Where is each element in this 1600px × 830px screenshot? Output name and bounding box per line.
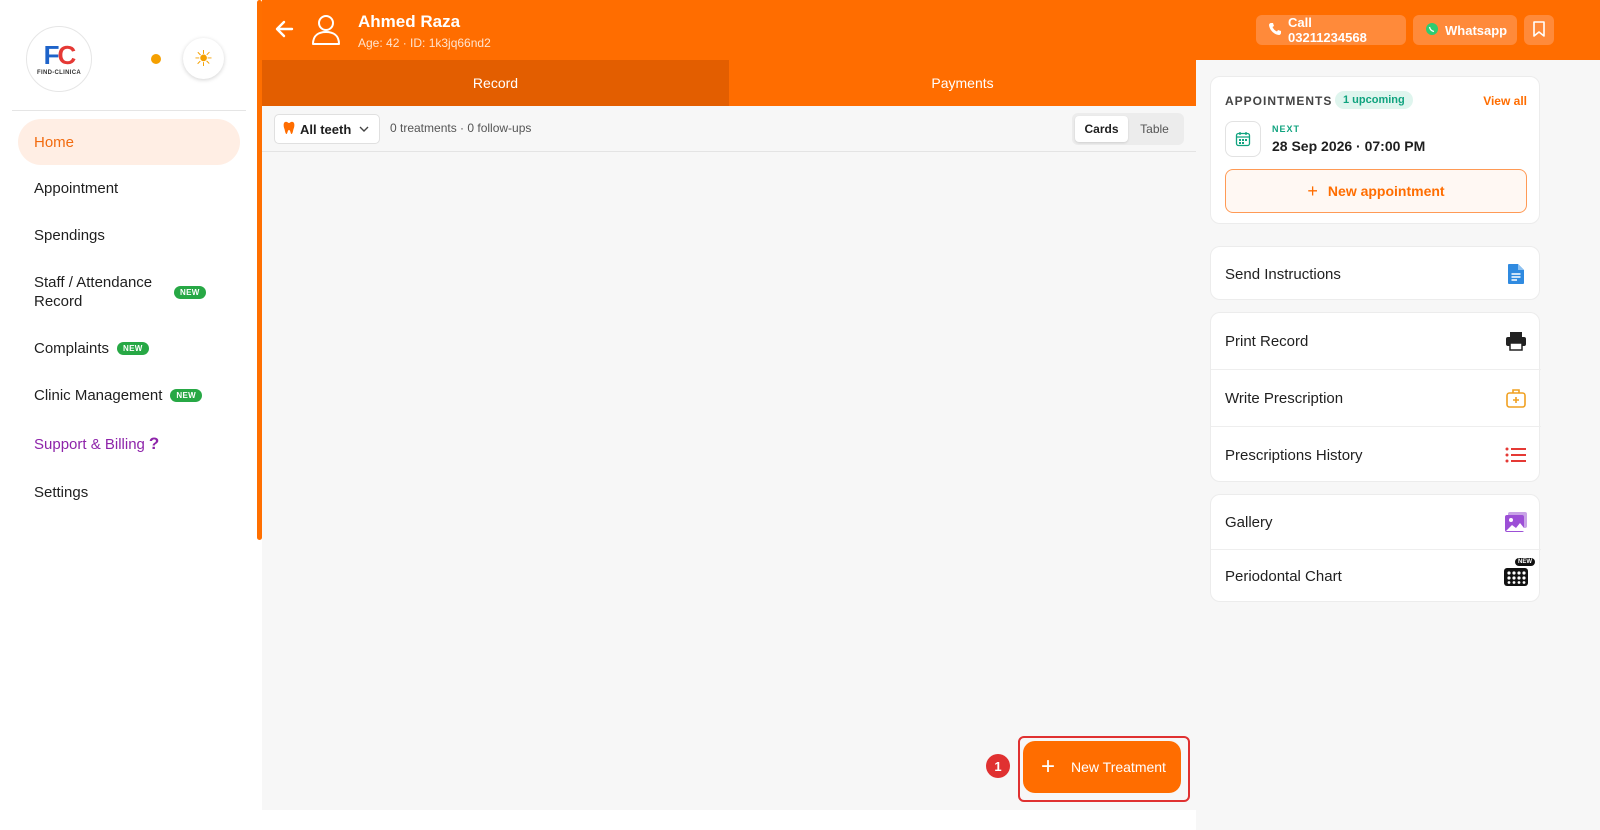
teeth-filter-dropdown[interactable]: All teeth [274, 114, 380, 144]
whatsapp-icon [1425, 22, 1439, 39]
action-label: Gallery [1225, 513, 1273, 531]
phone-icon [1268, 22, 1282, 39]
back-arrow-icon[interactable] [272, 16, 298, 42]
view-table-option[interactable]: Table [1128, 116, 1181, 142]
new-badge: NEW [1515, 557, 1535, 566]
sidebar-item-clinic-management[interactable]: Clinic Management NEW [18, 372, 240, 419]
new-badge: NEW [117, 342, 149, 355]
sidebar-item-label: Spendings [34, 227, 105, 244]
sidebar-item-complaints[interactable]: Complaints NEW [18, 325, 240, 372]
logo-mark: FC [43, 40, 77, 70]
next-appointment-datetime: 28 Sep 2026 · 07:00 PM [1272, 138, 1426, 154]
sidebar: FC FIND-CLINICA ☀ Home Appointment Spend… [0, 0, 262, 830]
teeth-filter-label: All teeth [300, 121, 352, 137]
sidebar-item-label: Settings [34, 484, 89, 501]
sidebar-item-staff-attendance[interactable]: Staff / Attendance Record NEW [18, 259, 240, 325]
step-badge: 1 [986, 754, 1010, 778]
sidebar-item-spendings[interactable]: Spendings [18, 212, 240, 259]
treatment-counts: 0 treatments · 0 follow-ups [390, 121, 532, 135]
record-actions-card: Print Record Write Prescription Prescrip… [1210, 312, 1541, 483]
write-prescription-action[interactable]: Write Prescription [1211, 370, 1541, 426]
view-toggle: Cards Table [1072, 113, 1184, 145]
view-cards-option[interactable]: Cards [1075, 116, 1128, 142]
sidebar-item-support-billing[interactable]: Support & Billing ? [18, 419, 240, 469]
sidebar-item-label: Complaints [34, 340, 110, 357]
sidebar-item-label: Staff / Attendance Record [34, 274, 153, 310]
sidebar-nav: Home Appointment Spendings Staff / Atten… [18, 119, 240, 516]
sidebar-divider [12, 110, 246, 111]
tab-label: Record [472, 75, 519, 91]
appointments-card: APPOINTMENTS 1 upcoming View all NEXT 28… [1210, 76, 1540, 224]
list-icon [1503, 442, 1529, 468]
new-appointment-label: New appointment [1327, 183, 1445, 199]
new-appointment-button[interactable]: + New appointment [1225, 169, 1527, 213]
send-instructions-action[interactable]: Send Instructions [1211, 247, 1541, 301]
new-treatment-button[interactable]: + New Treatment [1023, 741, 1181, 793]
media-actions-card: Gallery Periodontal Chart NEW [1210, 494, 1541, 603]
view-all-link[interactable]: View all [1483, 94, 1527, 108]
new-treatment-label: New Treatment [1071, 759, 1166, 775]
logo-subtext: FIND-CLINICA [37, 70, 81, 76]
sidebar-item-settings[interactable]: Settings [18, 469, 240, 516]
tab-record[interactable]: Record [262, 60, 729, 106]
action-label: Print Record [1225, 332, 1309, 350]
sidebar-item-label: Appointment [34, 180, 119, 197]
sidebar-item-label: Clinic Management [34, 387, 163, 404]
tab-label: Payments [931, 75, 994, 91]
theme-toggle-button[interactable]: ☀ [183, 38, 224, 79]
sidebar-item-home[interactable]: Home [18, 119, 240, 165]
action-label: Prescriptions History [1225, 446, 1363, 464]
status-dot [151, 54, 161, 64]
treatments-area: All teeth 0 treatments · 0 follow-ups Ca… [262, 106, 1196, 810]
sidebar-item-label: Home [34, 133, 75, 151]
appointments-title: APPOINTMENTS [1225, 94, 1333, 108]
upcoming-badge: 1 upcoming [1335, 91, 1413, 109]
call-label: Call 03211234568 [1288, 15, 1367, 45]
document-icon [1503, 261, 1529, 287]
bookmark-icon [1532, 20, 1546, 40]
sidebar-item-label: Support & Billing [34, 435, 145, 453]
filter-bar: All teeth 0 treatments · 0 follow-ups Ca… [262, 106, 1196, 152]
record-tabs: Record Payments [262, 60, 1196, 106]
app-root: FC FIND-CLINICA ☀ Home Appointment Spend… [0, 0, 1600, 830]
call-button[interactable]: Call 03211234568 [1256, 15, 1406, 45]
action-label: Send Instructions [1225, 265, 1341, 283]
gallery-action[interactable]: Gallery [1211, 495, 1541, 549]
question-icon: ? [148, 434, 160, 453]
user-avatar-icon [310, 12, 342, 46]
prescriptions-history-action[interactable]: Prescriptions History [1211, 427, 1541, 483]
action-label: Periodontal Chart [1225, 568, 1342, 585]
periodontal-chart-action[interactable]: Periodontal Chart NEW [1211, 550, 1541, 603]
gallery-icon [1503, 509, 1529, 535]
sun-icon: ☀ [193, 45, 214, 71]
sidebar-item-appointment[interactable]: Appointment [18, 165, 240, 212]
plus-icon: + [1041, 753, 1056, 780]
new-badge: NEW [170, 389, 202, 402]
chevron-down-icon [359, 124, 369, 135]
patient-name: Ahmed Raza [358, 12, 461, 31]
bookmark-button[interactable] [1524, 15, 1554, 45]
patient-meta: Age: 42 · ID: 1k3jq66nd2 [358, 36, 491, 50]
medical-bag-icon [1503, 385, 1529, 411]
new-badge: NEW [174, 285, 206, 299]
instructions-card: Send Instructions [1210, 246, 1540, 300]
whatsapp-label: Whatsapp [1445, 22, 1508, 38]
tab-payments[interactable]: Payments [729, 60, 1196, 106]
print-record-action[interactable]: Print Record [1211, 313, 1541, 369]
next-label: NEXT [1272, 124, 1301, 134]
patient-header: Ahmed Raza Age: 42 · ID: 1k3jq66nd2 Call… [262, 0, 1600, 60]
action-label: Write Prescription [1225, 389, 1344, 407]
right-panel: APPOINTMENTS 1 upcoming View all NEXT 28… [1196, 60, 1600, 830]
grid-chart-icon: NEW [1503, 557, 1535, 590]
calendar-icon [1225, 121, 1261, 157]
clinic-logo[interactable]: FC FIND-CLINICA [26, 26, 92, 92]
tooth-icon [283, 121, 295, 138]
plus-icon: + [1307, 180, 1318, 201]
whatsapp-button[interactable]: Whatsapp [1413, 15, 1517, 45]
printer-icon [1503, 328, 1529, 354]
